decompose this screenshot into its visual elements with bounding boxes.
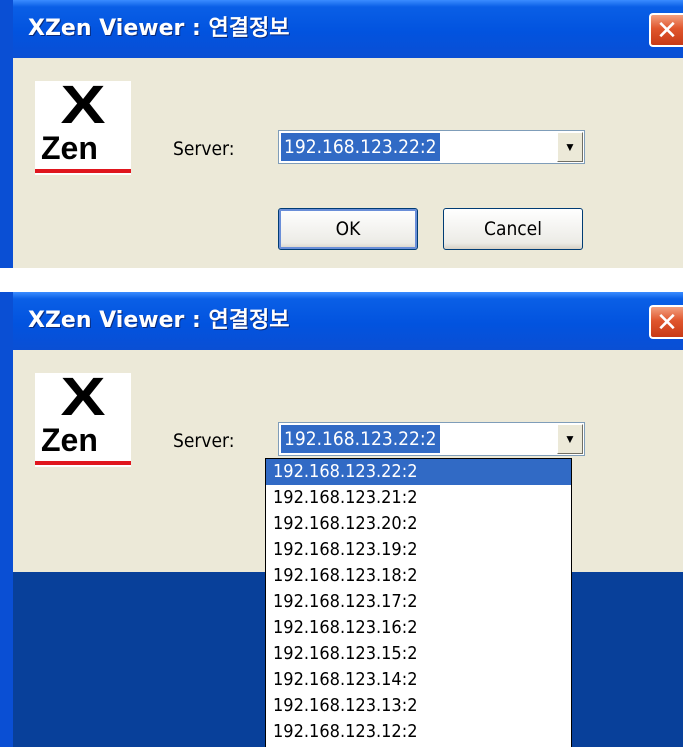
logo-x-letter: X — [60, 367, 106, 427]
window-title: XZen Viewer : 연결정보 — [28, 16, 290, 41]
server-option[interactable]: 192.168.123.13:2 — [266, 693, 571, 719]
close-icon: ✕ — [656, 308, 678, 338]
window-title: XZen Viewer : 연결정보 — [28, 308, 290, 333]
logo-underline — [35, 169, 131, 173]
dropdown-arrow-button[interactable]: ▼ — [557, 132, 583, 162]
logo-x-letter: X — [60, 75, 106, 135]
cancel-button[interactable]: Cancel — [443, 208, 583, 250]
connection-dialog: XZen Viewer : 연결정보 ✕ X Zen Server: 192.1… — [0, 0, 683, 268]
logo-zen-text: Zen — [41, 422, 98, 458]
chevron-down-icon: ▼ — [564, 432, 576, 446]
close-button[interactable]: ✕ — [649, 13, 683, 47]
server-combobox-value[interactable]: 192.168.123.22:2 — [281, 425, 440, 453]
title-bar[interactable]: XZen Viewer : 연결정보 ✕ — [13, 0, 683, 58]
xzen-logo: X Zen — [35, 367, 131, 467]
server-option[interactable]: 192.168.123.20:2 — [266, 511, 571, 537]
close-icon: ✕ — [656, 16, 678, 46]
logo-zen-text: Zen — [41, 130, 98, 166]
dropdown-arrow-button[interactable]: ▼ — [557, 424, 583, 454]
server-combobox-value[interactable]: 192.168.123.22:2 — [281, 133, 440, 161]
server-label: Server: — [173, 138, 235, 160]
server-option[interactable]: 192.168.123.21:2 — [266, 485, 571, 511]
xzen-logo: X Zen — [35, 75, 131, 175]
server-option[interactable]: 192.168.123.19:2 — [266, 537, 571, 563]
ok-button[interactable]: OK — [278, 208, 418, 250]
server-option[interactable]: 192.168.123.14:2 — [266, 667, 571, 693]
logo-underline — [35, 461, 131, 465]
server-option[interactable]: 192.168.123.17:2 — [266, 589, 571, 615]
server-combobox[interactable]: 192.168.123.22:2 ▼ — [278, 130, 585, 164]
dialog-body: X Zen Server: 192.168.123.22:2 ▼ OK Canc… — [13, 58, 683, 258]
chevron-down-icon: ▼ — [564, 140, 576, 154]
server-option[interactable]: 192.168.123.16:2 — [266, 615, 571, 641]
server-label: Server: — [173, 430, 235, 452]
title-bar[interactable]: XZen Viewer : 연결정보 ✕ — [13, 292, 683, 350]
server-option[interactable]: 192.168.123.18:2 — [266, 563, 571, 589]
server-option[interactable]: 192.168.123.15:2 — [266, 641, 571, 667]
server-combobox[interactable]: 192.168.123.22:2 ▼ — [278, 422, 585, 456]
server-dropdown-list[interactable]: 192.168.123.22:2 192.168.123.21:2 192.16… — [265, 458, 572, 747]
server-option[interactable]: 192.168.123.12:2 — [266, 719, 571, 745]
server-option[interactable]: 192.168.123.22:2 — [266, 459, 571, 485]
close-button[interactable]: ✕ — [649, 305, 683, 339]
